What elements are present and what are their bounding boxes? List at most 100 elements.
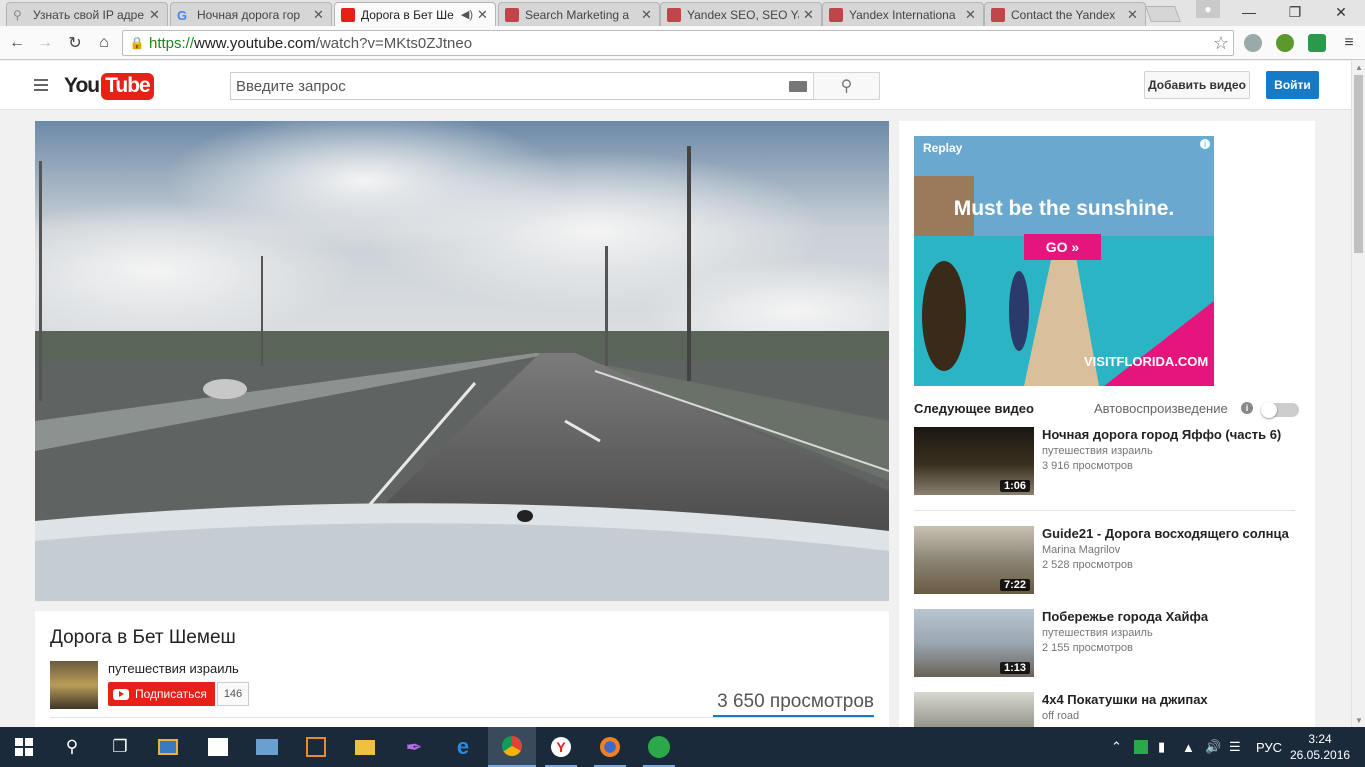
- radio-app-icon[interactable]: [635, 727, 683, 767]
- signin-button[interactable]: Войти: [1266, 71, 1319, 99]
- search-button[interactable]: ⚲: [813, 72, 880, 100]
- ad-headline: Must be the sunshine.: [953, 197, 1175, 220]
- home-icon[interactable]: ⌂: [93, 32, 115, 54]
- feather-app-icon[interactable]: ✒: [390, 727, 438, 767]
- page-icon: [505, 7, 519, 22]
- file-explorer-icon[interactable]: [341, 727, 389, 767]
- ad-replay-label[interactable]: Replay: [923, 141, 962, 155]
- close-icon[interactable]: ✕: [149, 7, 161, 23]
- ad-banner[interactable]: Replay i Must be the sunshine. GO » VISI…: [914, 136, 1214, 386]
- related-video-title[interactable]: Побережье города Хайфа: [1042, 609, 1208, 624]
- ad-go-button[interactable]: GO »: [1024, 234, 1101, 260]
- autoplay-label: Автовоспроизведение: [1094, 401, 1228, 416]
- related-video-title[interactable]: Guide21 - Дорога восходящего солнца: [1042, 526, 1289, 541]
- search-input[interactable]: Введите запрос: [230, 72, 814, 100]
- keyboard-icon[interactable]: [789, 81, 807, 92]
- globe-extension-icon[interactable]: [1244, 34, 1262, 52]
- close-window-icon[interactable]: ✕: [1318, 0, 1364, 24]
- channel-name[interactable]: путешествия израиль: [108, 661, 239, 676]
- volume-icon[interactable]: 🔊: [1205, 727, 1221, 767]
- battery-icon[interactable]: ▮: [1158, 727, 1165, 767]
- divider: [50, 717, 874, 718]
- address-bar[interactable]: 🔒 https://www.youtube.com/watch?v=MKts0Z…: [122, 30, 1234, 56]
- store-icon[interactable]: [194, 727, 242, 767]
- yandex-browser-icon[interactable]: Y: [537, 727, 585, 767]
- system-clock[interactable]: 3:24 26.05.2016: [1290, 731, 1350, 763]
- reload-icon[interactable]: ↻: [64, 32, 86, 54]
- related-video-author: путешествия израиль: [1042, 627, 1153, 639]
- watch-sidebar: Replay i Must be the sunshine. GO » VISI…: [899, 121, 1315, 760]
- guide-menu-icon[interactable]: [34, 79, 48, 91]
- ad-image: [914, 136, 1214, 386]
- scrollbar-thumb[interactable]: [1354, 75, 1363, 253]
- youtube-icon: [341, 7, 355, 22]
- related-video[interactable]: 1:13 Побережье города Хайфа путешествия …: [914, 609, 1299, 677]
- speaker-icon[interactable]: ◀): [461, 8, 473, 21]
- chrome-icon[interactable]: [488, 727, 536, 767]
- task-view-icon[interactable]: ❐: [96, 727, 144, 767]
- video-player[interactable]: [35, 121, 889, 601]
- browser-tab[interactable]: Yandex SEO, SEO Ya ✕: [660, 2, 822, 26]
- browser-tab-active[interactable]: Дорога в Бет Ше ◀) ✕: [334, 2, 496, 26]
- browser-tab[interactable]: Contact the Yandex ✕: [984, 2, 1146, 26]
- close-icon[interactable]: ✕: [313, 7, 325, 23]
- new-tab-button[interactable]: [1145, 6, 1181, 22]
- lock-icon: 🔒: [129, 36, 145, 50]
- close-icon[interactable]: ✕: [641, 7, 653, 23]
- apps-icon[interactable]: [292, 727, 340, 767]
- close-icon[interactable]: ✕: [803, 7, 815, 23]
- windows-taskbar: ⚲ ❐ ✒ e Y ⌃ ▮ ▲ 🔊 ☰ РУС 3:24 26.05.2016: [0, 727, 1365, 767]
- search-icon[interactable]: ⚲: [48, 727, 96, 767]
- info-icon[interactable]: i: [1241, 402, 1253, 414]
- firefox-icon[interactable]: [586, 727, 634, 767]
- scroll-down-icon[interactable]: ▼: [1355, 716, 1363, 725]
- restore-icon[interactable]: ❐: [1272, 0, 1318, 24]
- related-video-author: путешествия израиль: [1042, 445, 1153, 457]
- browser-tab[interactable]: Yandex Internationa ✕: [822, 2, 984, 26]
- related-video-title[interactable]: Ночная дорога город Яффо (часть 6): [1042, 427, 1281, 442]
- bookmark-star-icon[interactable]: ☆: [1213, 33, 1229, 54]
- back-icon[interactable]: ←: [6, 32, 28, 54]
- network-computer-icon[interactable]: [243, 727, 291, 767]
- refresh-extension-icon[interactable]: [1276, 34, 1294, 52]
- youtube-logo[interactable]: You Tube: [64, 72, 154, 100]
- notification-icon[interactable]: ☰: [1229, 727, 1241, 767]
- search-icon: ⚲: [13, 7, 22, 22]
- related-video-title[interactable]: 4x4 Покатушки на джипах: [1042, 692, 1208, 707]
- minimize-icon[interactable]: —: [1226, 0, 1272, 24]
- browser-tab-strip: ⚲ Узнать свой IP адре ✕ G Ночная дорога …: [0, 0, 1365, 26]
- windows-start-icon[interactable]: [0, 727, 48, 767]
- channel-avatar[interactable]: [50, 661, 98, 709]
- page-icon: [667, 7, 681, 22]
- menu-icon[interactable]: ≡: [1338, 32, 1360, 54]
- media-player-icon[interactable]: [144, 727, 192, 767]
- close-icon[interactable]: ✕: [477, 7, 489, 23]
- forward-icon[interactable]: →: [34, 32, 56, 54]
- browser-tab[interactable]: Search Marketing a ✕: [498, 2, 660, 26]
- edge-icon[interactable]: e: [439, 727, 487, 767]
- browser-tab[interactable]: G Ночная дорога гор ✕: [170, 2, 332, 26]
- scroll-up-icon[interactable]: ▲: [1355, 63, 1363, 72]
- close-icon[interactable]: ✕: [965, 7, 977, 23]
- video-thumbnail[interactable]: 1:06: [914, 427, 1034, 495]
- video-thumbnail[interactable]: 7:22: [914, 526, 1034, 594]
- wifi-icon[interactable]: ▲: [1182, 727, 1195, 767]
- related-video[interactable]: 1:06 Ночная дорога город Яффо (часть 6) …: [914, 427, 1299, 495]
- up-next-heading: Следующее видео: [914, 401, 1034, 416]
- ad-info-icon[interactable]: i: [1199, 138, 1211, 150]
- autoplay-toggle[interactable]: [1261, 402, 1299, 418]
- green-tray-icon[interactable]: [1134, 727, 1148, 767]
- related-video[interactable]: 7:22 Guide21 - Дорога восходящего солнца…: [914, 526, 1299, 594]
- profile-icon[interactable]: ●: [1196, 0, 1220, 18]
- browser-toolbar: ← → ↻ ⌂ 🔒 https://www.youtube.com/watch?…: [0, 26, 1365, 60]
- browser-tab[interactable]: ⚲ Узнать свой IP адре ✕: [6, 2, 168, 26]
- language-indicator[interactable]: РУС: [1256, 727, 1282, 767]
- page-scrollbar[interactable]: ▲ ▼: [1351, 61, 1365, 727]
- video-thumbnail[interactable]: 1:13: [914, 609, 1034, 677]
- upload-button[interactable]: Добавить видео: [1144, 71, 1250, 99]
- video-duration: 1:06: [999, 480, 1030, 492]
- shield-extension-icon[interactable]: [1308, 34, 1326, 52]
- close-icon[interactable]: ✕: [1127, 7, 1139, 23]
- subscribe-button[interactable]: Подписаться: [108, 682, 215, 706]
- tray-chevron-icon[interactable]: ⌃: [1111, 727, 1122, 767]
